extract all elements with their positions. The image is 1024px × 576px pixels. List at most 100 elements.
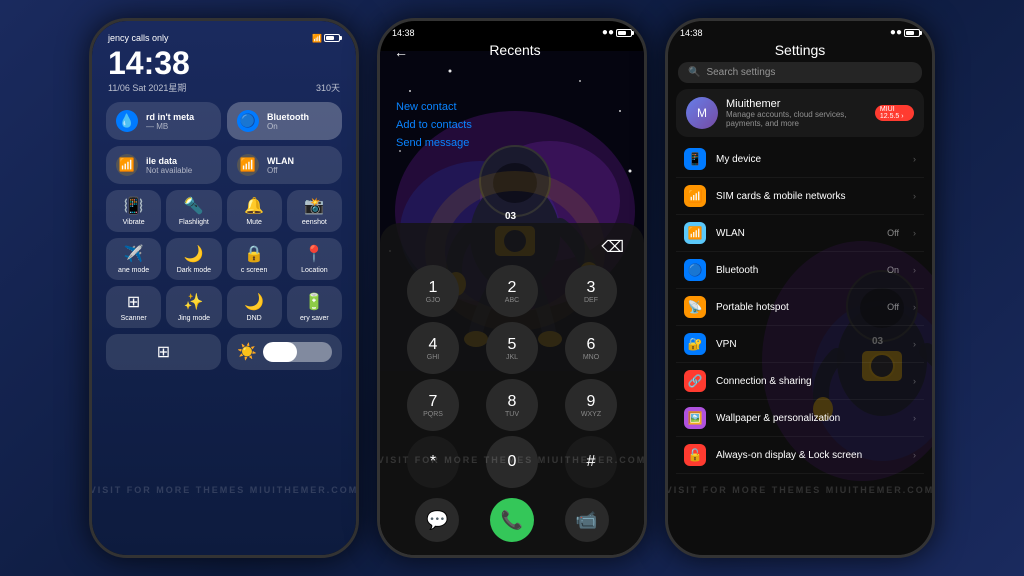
phone-2: 03 14:38 ●● ← Recents [377,18,647,558]
brightness-slider[interactable] [263,342,332,362]
scanner-btn[interactable]: ⊞ Scanner [106,286,161,328]
dnd-btn[interactable]: 🌙 DND [227,286,282,328]
key-5[interactable]: 5JKL [486,322,538,374]
p3-account-tile[interactable]: M Miuithemer Manage accounts, cloud serv… [676,89,924,137]
p3-account-avatar: M [686,97,718,129]
chevron-icon-2: › [913,191,916,201]
jingmode-icon: ✨ [184,292,204,312]
wallpaper-icon: 🖼️ [684,407,706,429]
darkmode-btn[interactable]: 🌙 Dark mode [166,238,221,280]
connection-icon: 🔗 [684,370,706,392]
screenshot-btn[interactable]: 📸 eenshot [287,190,342,232]
wlan-icon-2: 📶 [684,222,706,244]
sim-icon: 📶 [684,185,706,207]
key-4[interactable]: 4GHI [407,322,459,374]
scanner-icon: ⊞ [127,292,140,312]
sun-icon: ☀️ [237,342,257,362]
p1-icon-grid-1: 📳 Vibrate 🔦 Flashlight 🔔 Mute 📸 eenshot [100,190,348,238]
p1-time: 14:38 [100,47,348,79]
bluetooth-icon: 🔵 [237,110,259,132]
p2-status-icons: ●● [602,27,632,38]
setting-connection[interactable]: 🔗 Connection & sharing › [676,363,924,400]
watermark-2: VISIT FOR MORE THEMES MIUITHEMER.COM [380,455,644,465]
delete-icon[interactable]: ⌫ [601,237,624,257]
call-btn[interactable]: 📞 [490,498,534,542]
p1-wlan-tile[interactable]: 📶 WLAN Off [227,146,342,184]
mute-icon: 🔔 [244,196,264,216]
key-2[interactable]: 2ABC [486,265,538,317]
chevron-icon-9: › [913,450,916,460]
setting-sim[interactable]: 📶 SIM cards & mobile networks › [676,178,924,215]
flashlight-btn[interactable]: 🔦 Flashlight [166,190,221,232]
vibrate-icon: 📳 [124,196,144,216]
airplane-icon: ✈️ [124,244,144,264]
lockscreen-btn[interactable]: 🔒 c screen [227,238,282,280]
p2-contact-actions: New contact Add to contacts Send message [380,68,644,160]
bluetooth-icon-2: 🔵 [684,259,706,281]
p2-title: Recents [414,40,616,64]
video-btn[interactable]: 📹 [565,498,609,542]
p2-back-btn[interactable]: ← [388,42,414,62]
chevron-icon-5: › [913,302,916,312]
setting-my-device[interactable]: 📱 My device › [676,141,924,178]
p1-bluetooth-tile[interactable]: 🔵 Bluetooth On [227,102,342,140]
vpn-icon: 🔐 [684,333,706,355]
key-3[interactable]: 3DEF [565,265,617,317]
setting-lockscreen[interactable]: 🔓 Always-on display & Lock screen › [676,437,924,474]
jingmode-btn[interactable]: ✨ Jing mode [166,286,221,328]
setting-bluetooth[interactable]: 🔵 Bluetooth On › [676,252,924,289]
hotspot-icon: 📡 [684,296,706,318]
search-icon: 🔍 [688,67,700,78]
p3-top-bar: 14:38 ●● [668,21,932,40]
location-btn[interactable]: 📍 Location [287,238,342,280]
chevron-icon: › [913,154,916,164]
vibrate-btn[interactable]: 📳 Vibrate [106,190,161,232]
key-8[interactable]: 8TUV [486,379,538,431]
setting-hotspot[interactable]: 📡 Portable hotspot Off › [676,289,924,326]
location-icon: 📍 [304,244,324,264]
p3-badge: MIUI 12.5.5 › [875,105,914,121]
chevron-icon-3: › [913,228,916,238]
add-to-contacts-btn[interactable]: Add to contacts [396,116,628,134]
p1-data-tile[interactable]: 💧 rd in't meta — MB [106,102,221,140]
p1-status-icons: 📶 [312,34,340,43]
airplane-btn[interactable]: ✈️ ane mode [106,238,161,280]
apps-btn[interactable]: ⊞ [106,334,221,370]
p1-toggle-row2: 📶 ile data Not available 📶 WLAN Off [100,146,348,190]
wlan-icon: 📶 [237,154,259,176]
key-9[interactable]: 9WXYZ [565,379,617,431]
search-placeholder: Search settings [706,67,775,78]
lockscreen-icon-2: 🔓 [684,444,706,466]
send-message-btn[interactable]: Send message [396,134,628,152]
p3-account-info: Miuithemer Manage accounts, cloud servic… [726,98,867,128]
p1-toggle-row1: 💧 rd in't meta — MB 🔵 Bluetooth On [100,102,348,146]
key-7[interactable]: 7PQRS [407,379,459,431]
p3-search-bar[interactable]: 🔍 Search settings [678,62,922,83]
darkmode-icon: 🌙 [184,244,204,264]
p1-mobiledata-tile[interactable]: 📶 ile data Not available [106,146,221,184]
setting-wlan[interactable]: 📶 WLAN Off › [676,215,924,252]
p3-content: 14:38 ●● Settings 🔍 Search settings M [668,21,932,555]
lockscreen-icon: 🔒 [244,244,264,264]
mute-btn[interactable]: 🔔 Mute [227,190,282,232]
chevron-icon-6: › [913,339,916,349]
screenshot-icon: 📸 [304,196,324,216]
batterysaver-btn[interactable]: 🔋 ery saver [287,286,342,328]
new-contact-btn[interactable]: New contact [396,98,628,116]
p2-content: 14:38 ●● ← Recents New contact Add to co… [380,21,644,555]
phone-3: 03 14:38 ●● Settings 🔍 Search settings [665,18,935,558]
p1-icon-grid-2: ✈️ ane mode 🌙 Dark mode 🔒 c screen 📍 Loc… [100,238,348,286]
watermark-1: VISIT FOR MORE THEMES MIUITHEMER.COM [92,485,356,495]
p3-title: Settings [668,40,932,62]
key-1[interactable]: 1GJO [407,265,459,317]
chevron-icon-7: › [913,376,916,386]
setting-wallpaper[interactable]: 🖼️ Wallpaper & personalization › [676,400,924,437]
message-btn[interactable]: 💬 [415,498,459,542]
setting-vpn[interactable]: 🔐 VPN › [676,326,924,363]
p3-status-icons: ●● [890,27,920,38]
p2-dialer-area: ⌫ 1GJO 2ABC 3DEF 4GHI 5JKL 6MNO 7PQRS 8T… [380,223,644,555]
key-6[interactable]: 6MNO [565,322,617,374]
p1-status-left: jency calls only [108,33,169,43]
brightness-tile[interactable]: ☀️ [227,334,342,370]
mobiledata-icon: 📶 [116,154,138,176]
